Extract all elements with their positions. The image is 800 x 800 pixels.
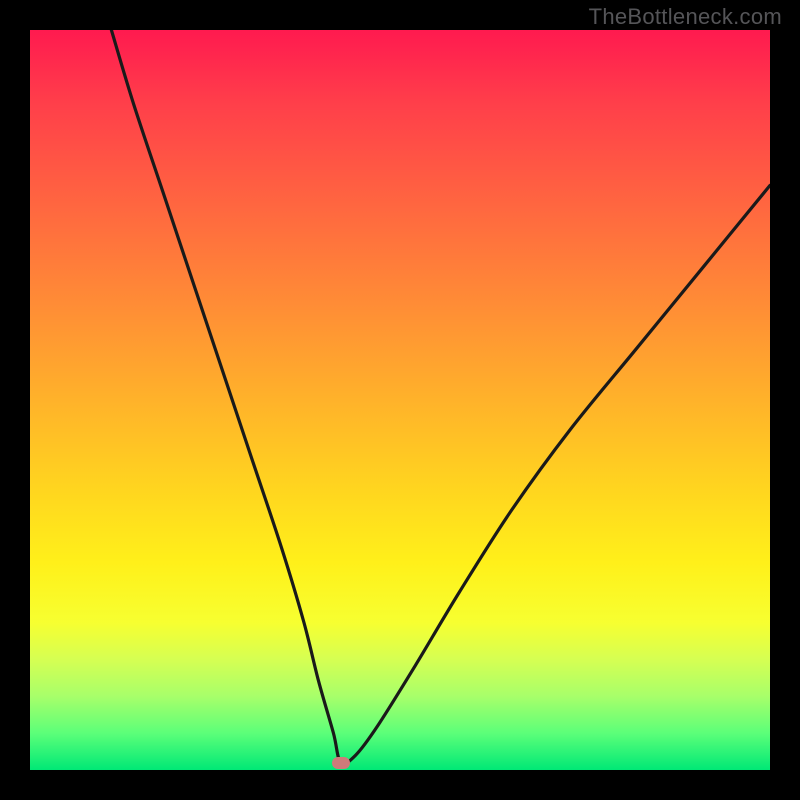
- chart-frame: TheBottleneck.com: [0, 0, 800, 800]
- plot-area: [30, 30, 770, 770]
- minimum-marker: [332, 757, 350, 769]
- watermark-text: TheBottleneck.com: [589, 4, 782, 30]
- bottleneck-curve: [111, 30, 770, 764]
- curve-svg: [30, 30, 770, 770]
